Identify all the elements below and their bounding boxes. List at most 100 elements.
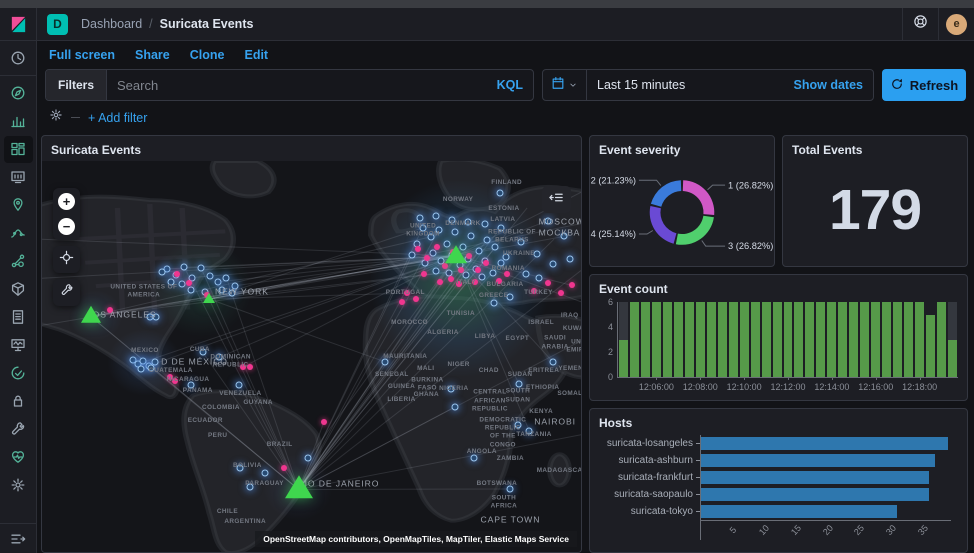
event-count-bar[interactable] — [849, 302, 858, 377]
event-location-marker — [549, 358, 556, 365]
sidebar-item-machine-learning[interactable] — [4, 220, 33, 247]
alert-location-marker — [545, 280, 551, 286]
host-bar[interactable] — [701, 437, 948, 450]
event-count-bar[interactable] — [652, 302, 661, 377]
event-count-bar[interactable] — [816, 302, 825, 377]
event-count-bar[interactable] — [685, 302, 694, 377]
sidebar-item-canvas[interactable] — [4, 164, 33, 191]
full-screen-link[interactable]: Full screen — [49, 48, 115, 62]
event-count-bar[interactable] — [619, 340, 628, 378]
map-geo-label: GUINEA — [388, 383, 415, 391]
host-row: suricata-saopaulo — [598, 486, 951, 503]
event-count-bar[interactable] — [893, 302, 902, 377]
event-severity-chart[interactable]: 1 (26.82%)3 (26.82%)4 (25.14%)2 (21.23%) — [590, 160, 774, 266]
space-badge[interactable]: D — [47, 14, 68, 35]
sidebar-item-visualize[interactable] — [4, 108, 33, 135]
event-count-bar[interactable] — [805, 302, 814, 377]
sidebar-item-metrics[interactable] — [4, 276, 33, 303]
sidebar-item-maps[interactable] — [4, 192, 33, 219]
event-count-bar[interactable] — [948, 340, 957, 378]
event-count-bar[interactable] — [794, 302, 803, 377]
alert-location-marker — [174, 271, 180, 277]
event-count-bar[interactable] — [718, 302, 727, 377]
host-bar[interactable] — [701, 471, 929, 484]
sidebar-item-dev-tools[interactable] — [4, 416, 33, 443]
clone-link[interactable]: Clone — [190, 48, 225, 62]
map-geo-label: UNITED EMIRATES — [566, 338, 581, 355]
edit-link[interactable]: Edit — [244, 48, 268, 62]
donut-label: 1 (26.82%) — [728, 180, 773, 190]
show-dates-link[interactable]: Show dates — [784, 78, 873, 92]
legend-toggle-button[interactable] — [542, 186, 571, 213]
kibana-logo-icon[interactable] — [0, 8, 37, 40]
event-count-bar[interactable] — [860, 302, 869, 377]
event-count-bar[interactable] — [674, 302, 683, 377]
sidebar-item-management[interactable] — [4, 472, 33, 499]
event-count-bar[interactable] — [827, 302, 836, 377]
event-count-bar[interactable] — [663, 302, 672, 377]
calendar-button[interactable] — [543, 70, 587, 100]
donut-segment[interactable] — [651, 180, 681, 207]
event-count-bar[interactable] — [740, 302, 749, 377]
host-bar[interactable] — [701, 488, 929, 501]
refresh-button[interactable]: Refresh — [882, 69, 966, 101]
search-input[interactable] — [107, 78, 487, 93]
event-count-bar[interactable] — [871, 302, 880, 377]
event-count-bar[interactable] — [937, 302, 946, 377]
event-count-bar[interactable] — [707, 302, 716, 377]
sidebar-item-graph[interactable] — [4, 248, 33, 275]
event-count-bar[interactable] — [773, 302, 782, 377]
donut-segment[interactable] — [676, 216, 714, 245]
map-geo-label: PARAGUAY — [245, 480, 284, 488]
event-count-bar[interactable] — [838, 302, 847, 377]
x-axis-tick-mark — [700, 377, 701, 380]
event-count-bar[interactable] — [882, 302, 891, 377]
sidebar-item-uptime[interactable] — [4, 360, 33, 387]
sidebar-item-discover[interactable] — [4, 80, 33, 107]
host-bar[interactable] — [701, 505, 897, 518]
filter-gear-icon[interactable] — [49, 108, 63, 127]
event-count-panel: Event count 024612:06:0012:08:0012:10:00… — [589, 274, 968, 401]
sidebar-item-dashboard[interactable] — [4, 136, 33, 163]
event-count-bar[interactable] — [751, 302, 760, 377]
map-attribution[interactable]: OpenStreetMap contributors, OpenMapTiles… — [255, 531, 577, 547]
event-count-bar[interactable] — [729, 302, 738, 377]
sidebar-item-logs[interactable] — [4, 304, 33, 331]
sidebar-collapse-menu[interactable] — [0, 523, 37, 553]
y-axis-tick-label: 6 — [608, 297, 613, 307]
event-count-bar[interactable] — [926, 315, 935, 378]
donut-segment[interactable] — [650, 206, 677, 244]
time-range-value[interactable]: Last 15 minutes — [587, 78, 784, 92]
breadcrumb-dashboard[interactable]: Dashboard — [81, 17, 142, 31]
user-menu-button[interactable]: e — [938, 8, 974, 40]
event-count-bar[interactable] — [915, 302, 924, 377]
host-bar[interactable] — [701, 454, 935, 467]
alert-location-marker — [448, 276, 454, 282]
filters-button[interactable]: Filters — [46, 70, 107, 100]
sidebar-item-siem[interactable] — [4, 388, 33, 415]
event-count-bar[interactable] — [904, 302, 913, 377]
kql-switch[interactable]: KQL — [487, 78, 533, 92]
event-count-chart[interactable]: 024612:06:0012:08:0012:10:0012:12:0012:1… — [617, 302, 958, 378]
event-location-marker — [215, 278, 222, 285]
hosts-chart[interactable]: suricata-losangelessuricata-ashburnsuric… — [598, 435, 951, 548]
lock-icon — [10, 393, 26, 409]
event-count-bar[interactable] — [784, 302, 793, 377]
sidebar-item-apm[interactable] — [4, 332, 33, 359]
sidebar-item-stack-monitoring[interactable] — [4, 444, 33, 471]
share-link[interactable]: Share — [135, 48, 170, 62]
sidebar-item-recently-viewed[interactable] — [4, 45, 33, 72]
event-count-bar[interactable] — [641, 302, 650, 377]
donut-segment[interactable] — [683, 180, 715, 215]
layer-tools-button[interactable] — [53, 279, 80, 306]
help-icon[interactable] — [902, 8, 938, 40]
map-stage[interactable]: UNITED STATES OF AMERICAMEXICOCUBADOMINI… — [42, 161, 581, 552]
zoom-in-button[interactable]: + — [58, 193, 75, 210]
add-filter-link[interactable]: + Add filter — [88, 111, 147, 125]
set-view-button[interactable] — [53, 246, 80, 273]
event-count-bar[interactable] — [696, 302, 705, 377]
alert-location-marker — [466, 253, 472, 259]
event-count-bar[interactable] — [630, 302, 639, 377]
event-count-bar[interactable] — [762, 302, 771, 377]
zoom-out-button[interactable]: − — [58, 218, 75, 235]
